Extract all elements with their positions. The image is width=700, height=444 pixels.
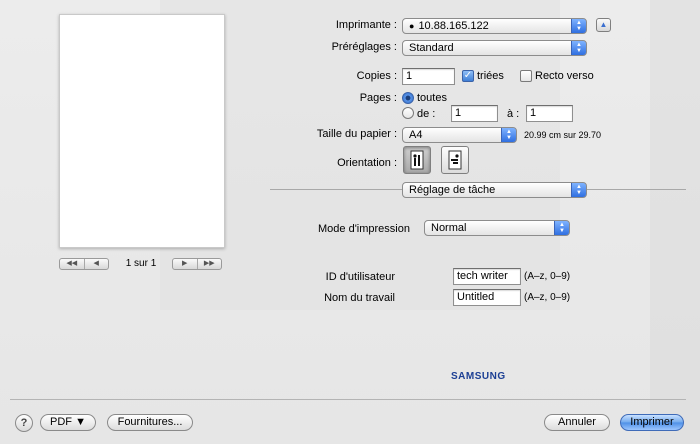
info-icon: ● — [409, 21, 415, 31]
collated-label: triées — [477, 70, 504, 82]
collated-checkbox[interactable]: ✓ — [462, 70, 474, 82]
paper-size-value: A4 — [409, 129, 423, 141]
popup-arrows-icon: ▲ ▼ — [571, 19, 586, 33]
pdf-menu-button[interactable]: PDF ▼ — [40, 414, 96, 431]
paper-size-label: Taille du papier : — [316, 128, 397, 140]
print-dialog: ◀◀ ◀ 1 sur 1 ▶ ▶▶ Imprimante : ● 10.88.16… — [0, 0, 700, 444]
print-preview-page — [59, 14, 225, 248]
last-page-icon[interactable]: ▶▶ — [196, 259, 222, 269]
user-id-hint: (A–z, 0–9) — [524, 271, 571, 282]
pages-label: Pages : — [359, 92, 397, 104]
orientation-label: Orientation : — [337, 157, 397, 169]
previous-page-icon[interactable]: ◀ — [83, 259, 109, 269]
popup-arrows-icon: ▲ ▼ — [501, 128, 516, 142]
landscape-orientation-button[interactable] — [441, 146, 469, 174]
first-page-icon[interactable]: ◀◀ — [60, 259, 84, 269]
portrait-orientation-button[interactable] — [403, 146, 431, 174]
printer-label: Imprimante : — [335, 19, 397, 31]
section-value: Réglage de tâche — [409, 184, 496, 196]
preview-forward-nav[interactable]: ▶ ▶▶ — [172, 258, 222, 270]
pages-all-label: toutes — [417, 92, 447, 104]
background-window-edge — [650, 0, 700, 444]
pages-range-radio[interactable] — [402, 107, 414, 119]
help-button[interactable]: ? — [15, 414, 33, 432]
pages-from-field[interactable]: 1 — [451, 105, 498, 122]
presets-select[interactable]: Standard ▲ ▼ — [402, 40, 587, 56]
cancel-button[interactable]: Annuler — [544, 414, 610, 431]
print-mode-label: Mode d'impression — [318, 223, 410, 235]
copies-field[interactable]: 1 — [402, 68, 455, 85]
pages-to-label: à : — [507, 108, 520, 120]
page-counter: 1 sur 1 — [125, 258, 157, 269]
user-id-field[interactable]: tech writer — [453, 268, 521, 285]
job-name-label: Nom du travail — [324, 292, 395, 304]
job-name-field[interactable]: Untitled — [453, 289, 521, 306]
duplex-label: Recto verso — [535, 70, 594, 82]
section-select[interactable]: Réglage de tâche ▲ ▼ — [402, 182, 587, 198]
user-id-label: ID d'utilisateur — [325, 271, 395, 283]
preview-back-nav[interactable]: ◀◀ ◀ — [59, 258, 109, 270]
supplies-button[interactable]: Fournitures... — [107, 414, 193, 431]
pages-to-field[interactable]: 1 — [526, 105, 573, 122]
pages-all-radio[interactable] — [402, 92, 414, 104]
presets-value: Standard — [409, 42, 454, 54]
printer-value: 10.88.165.122 — [418, 20, 489, 32]
job-name-hint: (A–z, 0–9) — [524, 292, 571, 303]
popup-arrows-icon: ▲ ▼ — [554, 221, 569, 235]
popup-arrows-icon: ▲ ▼ — [571, 183, 586, 197]
pages-from-label: de : — [417, 108, 436, 120]
collapse-details-button[interactable]: ▲ — [596, 18, 611, 32]
footer-divider — [10, 399, 686, 400]
print-mode-value: Normal — [431, 222, 467, 234]
popup-arrows-icon: ▲ ▼ — [571, 41, 586, 55]
paper-dimensions: 20.99 cm sur 29.70 — [524, 130, 602, 140]
samsung-logo: SAMSUNG — [451, 371, 506, 382]
next-page-icon[interactable]: ▶ — [173, 259, 197, 269]
portrait-icon — [410, 150, 424, 170]
print-mode-select[interactable]: Normal ▲ ▼ — [424, 220, 570, 236]
printer-select[interactable]: ● 10.88.165.122 ▲ ▼ — [402, 18, 587, 34]
presets-label: Préréglages : — [331, 41, 397, 53]
print-button[interactable]: Imprimer — [620, 414, 684, 431]
landscape-icon — [448, 150, 462, 170]
paper-size-select[interactable]: A4 ▲ ▼ — [402, 127, 517, 143]
duplex-checkbox[interactable] — [520, 70, 532, 82]
copies-label: Copies : — [356, 70, 397, 82]
